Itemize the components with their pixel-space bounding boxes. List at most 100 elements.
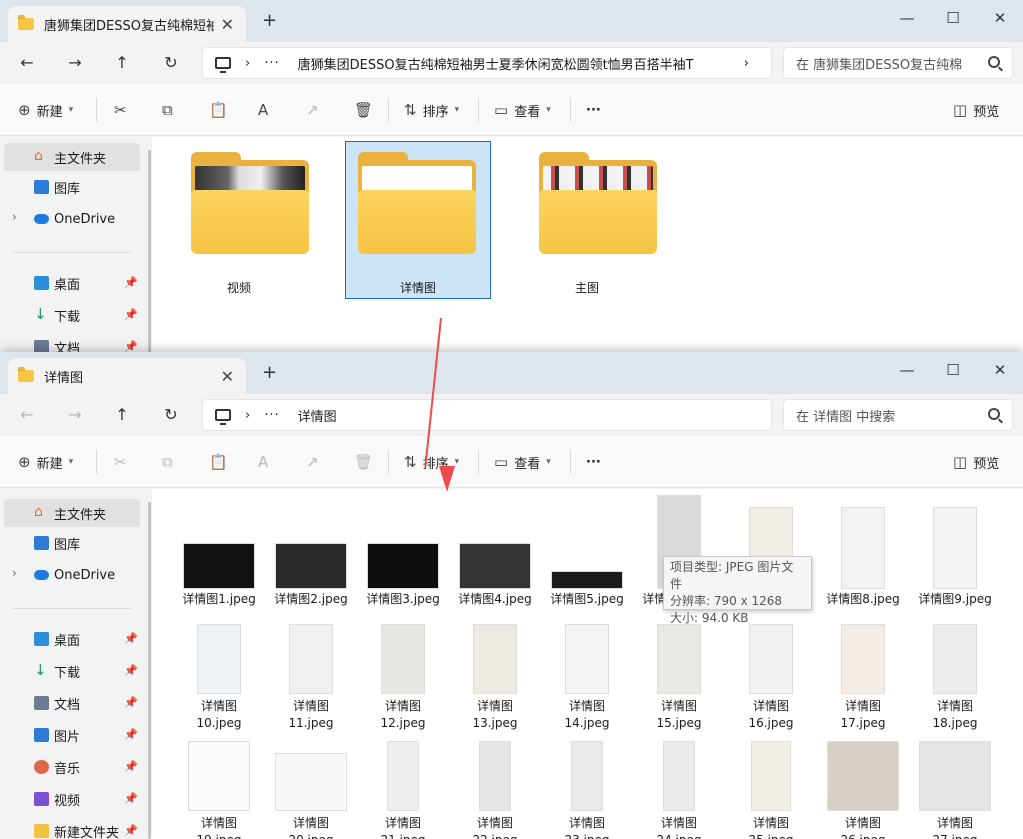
pin-icon[interactable]: 📌 bbox=[124, 696, 138, 709]
breadcrumb-overflow-button[interactable]: ··· bbox=[264, 408, 279, 423]
sidebar-item-desktop[interactable]: 桌面 📌 bbox=[4, 625, 140, 653]
share-button[interactable]: ↗ bbox=[306, 98, 325, 122]
cut-button[interactable]: ✂ bbox=[114, 98, 133, 122]
folder-item-detail-images[interactable]: 详情图 bbox=[345, 141, 491, 299]
file-item[interactable]: 详情图19.jpeg bbox=[174, 729, 264, 839]
sidebar-item-desktop[interactable]: 桌面 📌 bbox=[4, 269, 140, 297]
sidebar-item-home[interactable]: ⌂ 主文件夹 bbox=[4, 143, 140, 171]
pin-icon[interactable]: 📌 bbox=[124, 276, 138, 289]
file-item[interactable]: 详情图 15.jpeg bbox=[634, 612, 724, 730]
preview-button[interactable]: ◫ 预览 bbox=[953, 450, 999, 474]
file-item[interactable]: 详情图 12.jpeg bbox=[358, 612, 448, 730]
sidebar-item-gallery[interactable]: 图库 bbox=[4, 529, 140, 557]
search-input[interactable]: 在 详情图 中搜索 bbox=[783, 399, 1013, 431]
sidebar-item-documents[interactable]: 文档 📌 bbox=[4, 333, 140, 352]
copy-button[interactable]: ⧉ bbox=[162, 98, 179, 122]
delete-button[interactable]: 🗑 bbox=[354, 98, 379, 122]
maximize-button[interactable]: ☐ bbox=[930, 356, 976, 384]
sidebar-item-gallery[interactable]: 图库 bbox=[4, 173, 140, 201]
file-item[interactable]: 详情图8.jpeg bbox=[818, 495, 908, 612]
up-button[interactable]: ↑ bbox=[112, 53, 132, 73]
expand-chevron-icon[interactable]: › bbox=[12, 566, 17, 580]
cut-button[interactable]: ✂ bbox=[114, 450, 133, 474]
search-icon[interactable] bbox=[988, 408, 1000, 420]
file-item[interactable]: 详情图20.jpeg bbox=[266, 729, 356, 839]
sidebar-item-documents[interactable]: 文档 📌 bbox=[4, 689, 140, 717]
pin-icon[interactable]: 📌 bbox=[124, 760, 138, 773]
breadcrumb-end-chevron[interactable]: › bbox=[744, 56, 749, 71]
address-bar[interactable]: › ··· 详情图 bbox=[202, 399, 772, 431]
sort-button[interactable]: ⇅ 排序 ▾ bbox=[404, 98, 459, 122]
breadcrumb-path[interactable]: 唐狮集团DESSO复古纯棉短袖男士夏季休闲宽松圆领t恤男百搭半袖T bbox=[298, 54, 694, 73]
new-button[interactable]: ⊕ 新建 ▾ bbox=[18, 450, 73, 474]
refresh-button[interactable]: ↻ bbox=[161, 405, 181, 425]
minimize-button[interactable]: — bbox=[884, 4, 930, 32]
close-tab-icon[interactable]: ✕ bbox=[221, 367, 234, 386]
preview-button[interactable]: ◫ 预览 bbox=[953, 98, 999, 122]
pin-icon[interactable]: 📌 bbox=[124, 792, 138, 805]
sidebar-item-new-folder[interactable]: 新建文件夹 📌 bbox=[4, 817, 140, 839]
pin-icon[interactable]: 📌 bbox=[124, 340, 138, 352]
add-tab-button[interactable]: + bbox=[262, 10, 277, 31]
view-button[interactable]: ▭ 查看 ▾ bbox=[494, 450, 551, 474]
sidebar-item-downloads[interactable]: ↓ 下载 📌 bbox=[4, 301, 140, 329]
sidebar-item-home[interactable]: ⌂ 主文件夹 bbox=[4, 499, 140, 527]
forward-button[interactable]: → bbox=[65, 53, 85, 73]
file-item[interactable]: 详情图 16.jpeg bbox=[726, 612, 816, 730]
tab-parent-folder[interactable]: 唐狮集团DESSO复古纯棉短袖男士夏季休闲宽松圆领t恤男百搭半袖T ✕ bbox=[8, 6, 246, 42]
file-item[interactable]: 详情图 11.jpeg bbox=[266, 612, 356, 730]
add-tab-button[interactable]: + bbox=[262, 362, 277, 383]
file-item[interactable]: 详情图22.jpeg bbox=[450, 729, 540, 839]
rename-button[interactable]: A bbox=[258, 450, 274, 474]
file-item[interactable]: 详情图26.jpeg bbox=[818, 729, 908, 839]
maximize-button[interactable]: ☐ bbox=[930, 4, 976, 32]
paste-button[interactable]: 📋 bbox=[209, 98, 234, 122]
file-item[interactable]: 详情图9.jpeg bbox=[910, 495, 1000, 612]
new-button[interactable]: ⊕ 新建 ▾ bbox=[18, 98, 73, 122]
search-input[interactable]: 在 唐狮集团DESSO复古纯棉 bbox=[783, 47, 1013, 79]
close-tab-icon[interactable]: ✕ bbox=[221, 15, 234, 34]
search-icon[interactable] bbox=[988, 56, 1000, 68]
file-item[interactable]: 详情图24.jpeg bbox=[634, 729, 724, 839]
sidebar-scrollbar[interactable] bbox=[148, 502, 151, 839]
file-item[interactable]: 详情图 17.jpeg bbox=[818, 612, 908, 730]
folder-item-video[interactable]: 视频 bbox=[166, 141, 312, 299]
pin-icon[interactable]: 📌 bbox=[124, 728, 138, 741]
sidebar-item-videos[interactable]: 视频 📌 bbox=[4, 785, 140, 813]
sidebar-item-onedrive[interactable]: › OneDrive bbox=[4, 205, 140, 233]
back-button[interactable]: ← bbox=[17, 53, 37, 73]
pin-icon[interactable]: 📌 bbox=[124, 824, 138, 837]
sidebar-scrollbar[interactable] bbox=[148, 150, 151, 352]
sidebar-item-onedrive[interactable]: › OneDrive bbox=[4, 561, 140, 589]
up-button[interactable]: ↑ bbox=[112, 405, 132, 425]
file-item[interactable]: 详情图23.jpeg bbox=[542, 729, 632, 839]
sidebar-item-music[interactable]: 音乐 📌 bbox=[4, 753, 140, 781]
file-item[interactable]: 详情图21.jpeg bbox=[358, 729, 448, 839]
file-item[interactable]: 详情图 14.jpeg bbox=[542, 612, 632, 730]
file-item[interactable]: 详情图2.jpeg bbox=[266, 495, 356, 612]
file-item[interactable]: 详情图 13.jpeg bbox=[450, 612, 540, 730]
file-item[interactable]: 详情图27.jpeg bbox=[910, 729, 1000, 839]
address-bar[interactable]: › ··· 唐狮集团DESSO复古纯棉短袖男士夏季休闲宽松圆领t恤男百搭半袖T … bbox=[202, 47, 772, 79]
file-item[interactable]: 详情图5.jpeg bbox=[542, 495, 632, 612]
file-item[interactable]: 详情图 10.jpeg bbox=[174, 612, 264, 730]
delete-button[interactable]: 🗑 bbox=[354, 450, 379, 474]
file-item[interactable]: 详情图3.jpeg bbox=[358, 495, 448, 612]
file-item[interactable]: 详情图4.jpeg bbox=[450, 495, 540, 612]
pin-icon[interactable]: 📌 bbox=[124, 308, 138, 321]
view-button[interactable]: ▭ 查看 ▾ bbox=[494, 98, 551, 122]
share-button[interactable]: ↗ bbox=[306, 450, 325, 474]
more-options-button[interactable]: ··· bbox=[586, 450, 601, 474]
more-options-button[interactable]: ··· bbox=[586, 98, 601, 122]
file-item[interactable]: 详情图25.jpeg bbox=[726, 729, 816, 839]
expand-chevron-icon[interactable]: › bbox=[12, 210, 17, 224]
close-window-button[interactable]: ✕ bbox=[977, 356, 1023, 384]
tab-detail-folder[interactable]: 详情图 ✕ bbox=[8, 358, 246, 394]
file-item[interactable]: 详情图1.jpeg bbox=[174, 495, 264, 612]
folder-item-main-images[interactable]: 主图 bbox=[514, 141, 660, 299]
rename-button[interactable]: A bbox=[258, 98, 274, 122]
breadcrumb-overflow-button[interactable]: ··· bbox=[264, 56, 279, 71]
back-button[interactable]: ← bbox=[17, 405, 37, 425]
pin-icon[interactable]: 📌 bbox=[124, 632, 138, 645]
refresh-button[interactable]: ↻ bbox=[161, 53, 181, 73]
